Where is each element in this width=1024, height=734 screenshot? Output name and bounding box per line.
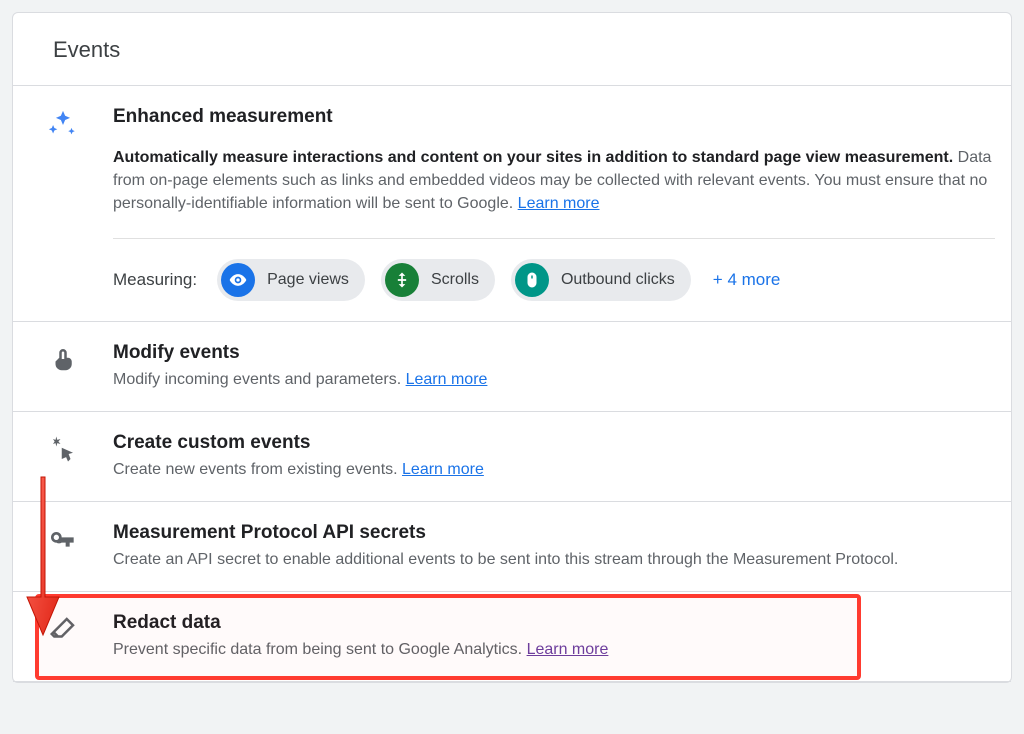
enhanced-title: Enhanced measurement [113, 106, 995, 128]
modify-title: Modify events [113, 342, 995, 364]
chip-scrolls[interactable]: Scrolls [381, 259, 495, 301]
enhanced-description: Automatically measure interactions and c… [113, 146, 995, 216]
key-icon [13, 522, 113, 571]
panel-title: Events [13, 13, 1011, 86]
mouse-icon [515, 263, 549, 297]
section-create-custom-events[interactable]: Create custom events Create new events f… [13, 412, 1011, 502]
redact-learn-link[interactable]: Learn more [527, 641, 609, 658]
section-redact-data[interactable]: Redact data Prevent specific data from b… [13, 592, 1011, 682]
custom-title: Create custom events [113, 432, 995, 454]
scroll-icon [385, 263, 419, 297]
custom-sub: Create new events from existing events. … [113, 458, 995, 481]
eraser-icon [13, 612, 113, 661]
section-modify-events[interactable]: Modify events Modify incoming events and… [13, 322, 1011, 412]
chip-outbound-clicks[interactable]: Outbound clicks [511, 259, 691, 301]
enhanced-learn-link[interactable]: Learn more [518, 195, 600, 212]
section-api-secrets[interactable]: Measurement Protocol API secrets Create … [13, 502, 1011, 592]
chip-page-views[interactable]: Page views [217, 259, 365, 301]
custom-learn-link[interactable]: Learn more [402, 461, 484, 478]
measuring-row: Measuring: Page views Scrolls [113, 259, 995, 301]
modify-learn-link[interactable]: Learn more [406, 371, 488, 388]
modify-sub: Modify incoming events and parameters. L… [113, 368, 995, 391]
eye-icon [221, 263, 255, 297]
api-sub: Create an API secret to enable additiona… [113, 548, 995, 571]
plus-more-link[interactable]: + 4 more [713, 270, 781, 290]
divider [113, 238, 995, 239]
api-title: Measurement Protocol API secrets [113, 522, 995, 544]
redact-title: Redact data [113, 612, 995, 634]
redact-sub: Prevent specific data from being sent to… [113, 638, 995, 661]
sparkle-icon [13, 106, 113, 301]
touch-icon [13, 342, 113, 391]
section-enhanced-measurement[interactable]: Enhanced measurement Automatically measu… [13, 86, 1011, 322]
events-panel: Events Enhanced measurement Automaticall… [12, 12, 1012, 683]
cursor-sparkle-icon [13, 432, 113, 481]
measuring-label: Measuring: [113, 270, 197, 290]
